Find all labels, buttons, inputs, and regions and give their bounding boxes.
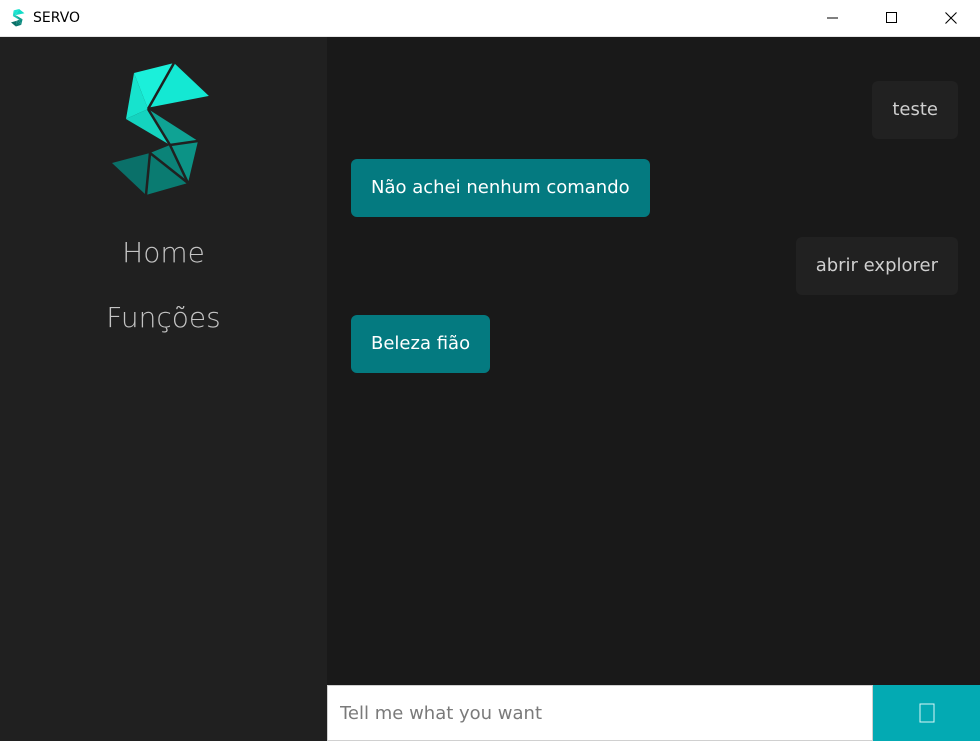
maximize-icon — [886, 12, 897, 23]
sidebar-item-funcoes[interactable]: Funções — [0, 301, 327, 334]
user-message: teste — [872, 81, 958, 139]
minimize-icon — [827, 17, 838, 19]
message-input[interactable] — [327, 685, 873, 741]
user-message: abrir explorer — [795, 237, 958, 295]
title-bar[interactable]: SERVO — [0, 0, 980, 37]
close-button[interactable] — [922, 0, 980, 36]
send-button[interactable] — [873, 685, 980, 741]
chat-area[interactable]: teste Não achei nenhum comando abrir exp… — [327, 37, 980, 685]
bot-message: Não achei nenhum comando — [351, 159, 650, 217]
minimize-button[interactable] — [804, 0, 862, 36]
servo-logo-icon — [11, 9, 25, 27]
sidebar: Home Funções — [0, 37, 327, 741]
bot-message: Beleza fião — [351, 315, 491, 373]
close-icon — [945, 12, 957, 24]
app-window: SERVO Home Funções teste Não achei nenhu… — [0, 0, 980, 741]
message-composer — [327, 685, 980, 741]
sidebar-item-home[interactable]: Home — [0, 236, 327, 269]
maximize-button[interactable] — [863, 0, 921, 36]
window-title: SERVO — [33, 10, 81, 26]
send-icon — [919, 703, 934, 723]
servo-logo-icon — [112, 63, 211, 196]
